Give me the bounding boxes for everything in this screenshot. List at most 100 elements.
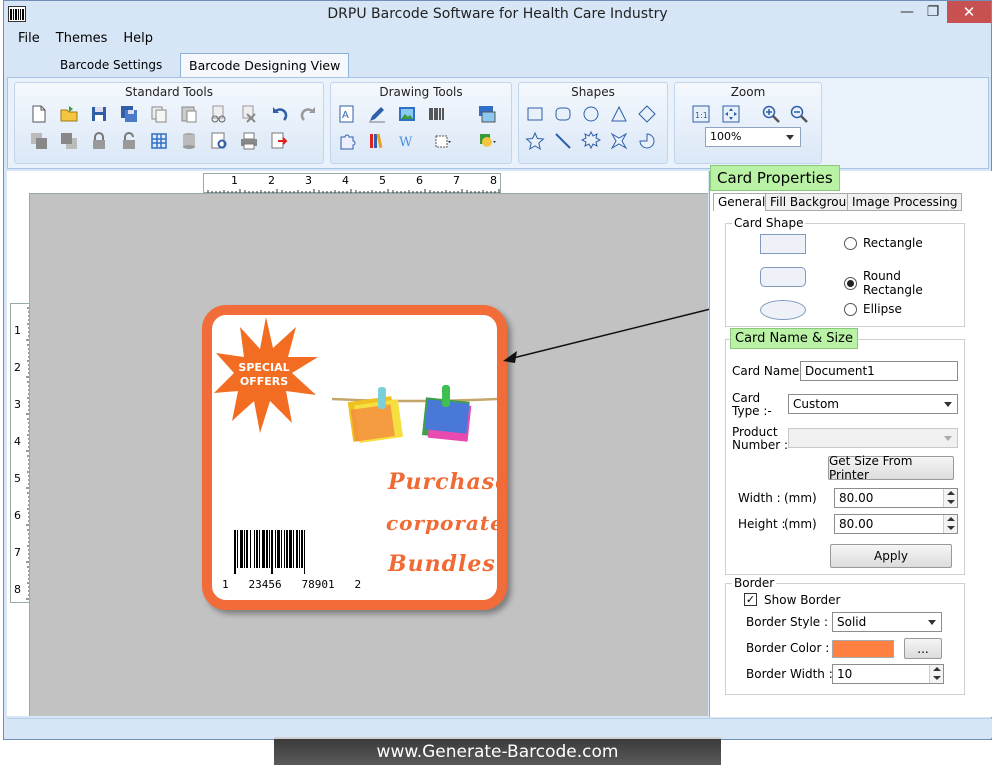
rounded-rectangle-shape-icon[interactable] [551,103,575,125]
unlock-icon[interactable] [117,130,141,152]
card-type-select[interactable]: Custom [788,394,958,414]
status-bar [7,718,992,738]
paste-icon[interactable] [177,103,201,125]
border-style-select[interactable]: Solid [832,612,942,632]
card-name-size-legend: Card Name & Size [730,328,858,349]
send-backward-icon[interactable] [57,130,81,152]
watermark-icon[interactable]: W [395,130,419,152]
pencil-icon[interactable] [365,103,389,125]
border-color-swatch[interactable] [832,640,894,658]
lock-icon[interactable] [87,130,111,152]
bring-forward-icon[interactable] [27,130,51,152]
open-icon[interactable] [57,103,81,125]
diamond-shape-icon[interactable] [635,103,659,125]
radio-dot[interactable] [844,302,857,316]
rectangle-preview[interactable] [760,234,806,254]
tab-barcode-designing-view[interactable]: Barcode Designing View [180,53,350,77]
maximize-button[interactable]: ❐ [919,1,947,23]
star-shape-icon[interactable] [523,130,547,152]
rectangle-shape-icon[interactable] [523,103,547,125]
ellipse-shape-icon[interactable] [579,103,603,125]
puzzle-icon[interactable] [335,130,359,152]
save-icon[interactable] [87,103,111,125]
four-point-star-shape-icon[interactable] [607,130,631,152]
designed-card[interactable]: SPECIAL OFFERS Purchase corporate Bundle… [202,305,510,610]
arrange-dropdown-icon[interactable] [431,130,455,152]
ruler-h-label: 8 [490,174,497,187]
border-width-spinner[interactable] [929,665,943,683]
library-books-icon[interactable] [365,130,389,152]
ruler-v-label: 5 [14,472,21,485]
shapes-fill-dropdown-icon[interactable] [475,130,499,152]
barcode-icon[interactable] [425,103,449,125]
show-border-checkbox[interactable]: ✓ [744,593,757,606]
tab-barcode-settings[interactable]: Barcode Settings [50,55,172,77]
fit-to-window-icon[interactable] [719,103,743,125]
grid-icon[interactable] [147,130,171,152]
drawing-tools-title: Drawing Tools [379,85,463,99]
line-shape-icon[interactable] [551,130,575,152]
ellipse-preview[interactable] [760,300,806,320]
round-rectangle-preview[interactable] [760,267,806,287]
card-barcode[interactable] [234,530,354,574]
shapes-title: Shapes [571,85,615,99]
radio-ellipse[interactable]: Ellipse [844,302,902,316]
apply-button[interactable]: Apply [830,544,952,568]
width-spinner[interactable] [943,489,957,507]
image-icon[interactable] [395,103,419,125]
ruler-v-label: 3 [14,398,21,411]
actual-size-icon[interactable]: 1:1 [689,103,713,125]
export-icon[interactable] [267,130,291,152]
radio-round-rectangle-label: Round Rectangle [862,269,923,297]
copy-icon[interactable] [147,103,171,125]
sticky-notes-image[interactable] [332,369,502,449]
cut-icon[interactable] [207,103,231,125]
menu-themes[interactable]: Themes [50,29,114,51]
menu-help[interactable]: Help [117,29,159,51]
delete-icon[interactable] [237,103,261,125]
border-group: Border ✓ Show Border Border Style : Soli… [725,576,965,695]
border-width-input[interactable]: 10 [832,664,944,684]
width-label: Width : [738,491,781,505]
new-icon[interactable] [27,103,51,125]
height-input[interactable]: 80.00 [834,514,958,534]
print-preview-icon[interactable] [207,130,231,152]
text-icon[interactable]: A [335,103,359,125]
picture-library-icon[interactable] [475,103,499,125]
card-text-bundles[interactable]: Bundles [388,551,496,577]
radio-rectangle[interactable]: Rectangle [844,236,923,250]
ruler-v-label: 1 [14,324,21,337]
zoom-in-icon[interactable] [759,103,783,125]
special-offers-starburst[interactable]: SPECIAL OFFERS [214,313,318,433]
radio-dot-selected[interactable] [844,276,857,290]
database-icon[interactable] [177,130,201,152]
print-icon[interactable] [237,130,261,152]
get-size-from-printer-button[interactable]: Get Size From Printer [828,454,954,482]
border-width-label: Border Width : [746,667,833,681]
product-number-select[interactable] [788,428,958,448]
menu-file[interactable]: File [12,29,46,51]
redo-icon[interactable] [297,103,321,125]
zoom-select[interactable]: 100% [705,127,801,147]
burst-shape-icon[interactable] [579,130,603,152]
close-button[interactable]: ✕ [947,1,991,23]
save-as-icon[interactable] [117,103,141,125]
undo-icon[interactable] [267,103,291,125]
card-text-purchase[interactable]: Purchase [388,469,510,495]
radio-dot[interactable] [844,236,857,250]
card-text-corporate[interactable]: corporate [386,511,504,535]
card-name-input[interactable]: Document1 [800,361,958,381]
minimize-button[interactable]: — [893,1,921,23]
ribbon: Standard Tools Drawing Tools A W Shapes … [7,77,989,169]
radio-round-rectangle[interactable]: Round Rectangle [844,269,964,297]
arc-shape-icon[interactable] [635,130,659,152]
border-color-picker-button[interactable]: ... [904,638,942,659]
ruler-h-label: 5 [379,174,386,187]
ruler-h-label: 2 [268,174,275,187]
tab-general[interactable]: General [713,193,771,211]
zoom-out-icon[interactable] [787,103,811,125]
tab-image-processing[interactable]: Image Processing [847,193,963,211]
width-input[interactable]: 80.00 [834,488,958,508]
triangle-shape-icon[interactable] [607,103,631,125]
height-spinner[interactable] [943,515,957,533]
